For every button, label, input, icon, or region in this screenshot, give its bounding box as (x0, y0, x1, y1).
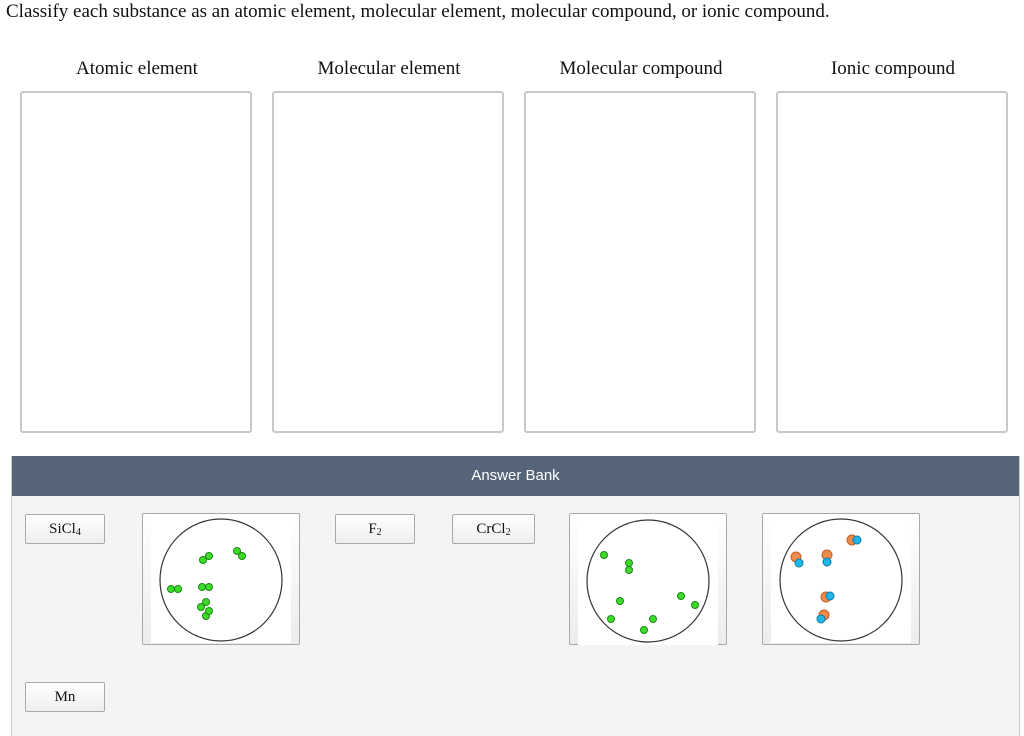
instructions-text: Classify each substance as an atomic ele… (6, 1, 830, 22)
category-label-molecular-element: Molecular element (317, 58, 461, 79)
image-tile-diatomic-molecules[interactable] (142, 513, 300, 645)
chip-mn[interactable]: Mn (25, 682, 105, 712)
drop-zone-ionic-compound[interactable] (776, 91, 1008, 433)
image-tile-single-atoms[interactable] (569, 513, 727, 645)
drop-zone-atomic-element[interactable] (20, 91, 252, 433)
chip-crcl2[interactable]: CrCl 2 (452, 514, 535, 544)
answer-bank-title: Answer Bank (12, 456, 1019, 496)
chip-sicl4-label: SiCl (49, 520, 76, 537)
single-atoms-image (578, 517, 718, 645)
diatomic-molecules-image (151, 517, 291, 643)
chip-crcl2-subscript: 2 (505, 526, 511, 538)
category-label-molecular-compound: Molecular compound (559, 58, 723, 79)
drop-zone-molecular-compound[interactable] (524, 91, 756, 433)
category-label-atomic-element: Atomic element (76, 58, 198, 79)
chip-mn-label: Mn (54, 688, 76, 705)
chip-sicl4[interactable]: SiCl 4 (25, 514, 105, 544)
ion-pairs-image (771, 517, 911, 643)
chip-sicl4-subscript: 4 (75, 526, 81, 538)
drop-zone-molecular-element[interactable] (272, 91, 504, 433)
answer-bank: Answer Bank SiCl 4 F2 CrCl 2 Mn (11, 456, 1020, 736)
category-label-ionic-compound: Ionic compound (830, 58, 955, 79)
chip-f2-subscript: 2 (376, 526, 382, 538)
chip-f2-label: F (368, 520, 377, 537)
chip-crcl2-label: CrCl (476, 520, 506, 537)
image-tile-ion-pairs[interactable] (762, 513, 920, 645)
chip-f2[interactable]: F2 (335, 514, 415, 544)
